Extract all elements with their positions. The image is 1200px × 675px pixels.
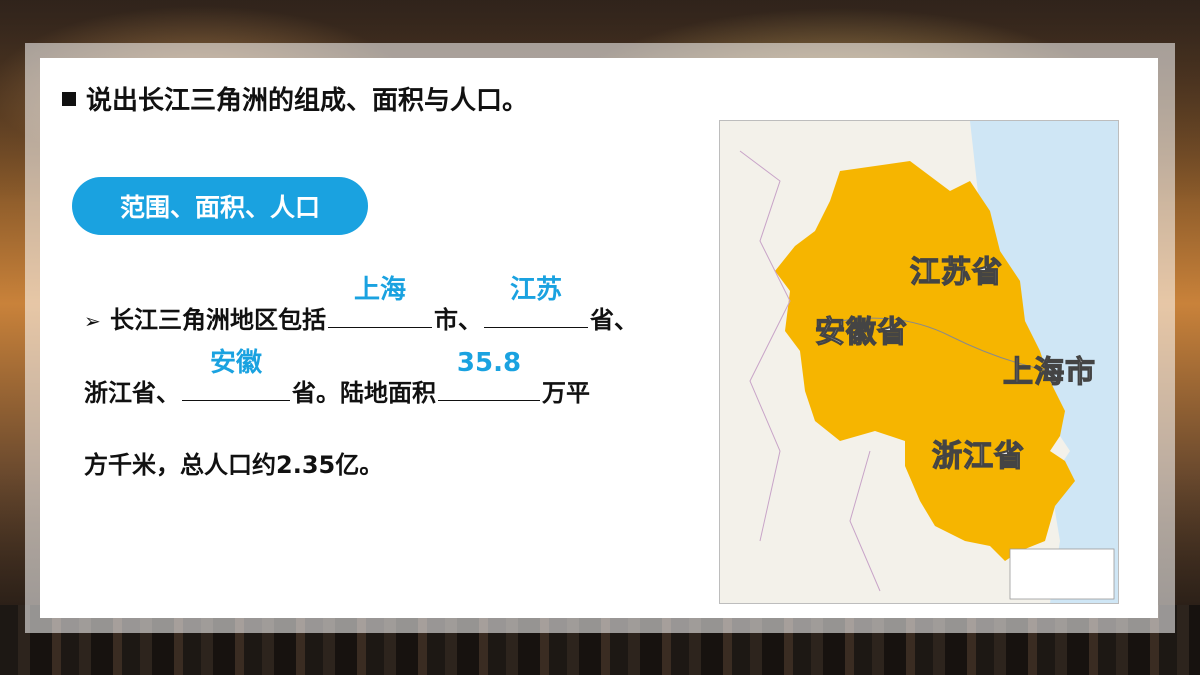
answer-2: 江苏 — [509, 275, 562, 305]
text-part6: 万平 — [542, 379, 590, 407]
slide-title: 说出长江三角洲的组成、面积与人口。 — [62, 80, 528, 117]
square-bullet-icon — [62, 91, 76, 106]
answer-blank-3: 安徽 — [182, 348, 290, 401]
map-label-anhui: 安徽省 — [814, 314, 908, 350]
question-paragraph: ➢ 长江三角洲地区包括 上海 市、 江苏 省、 浙江省、 安徽省。陆地面积 35.8 万平 方千… — [84, 275, 704, 501]
section-pill-label: 范围、面积、人口 — [119, 193, 320, 222]
map-label-zhejiang: 浙江省 — [931, 438, 1025, 474]
answer-3: 安徽 — [209, 348, 262, 378]
answer-blank-4: 35.8 — [438, 348, 540, 401]
arrow-bullet-icon: ➢ — [84, 309, 101, 333]
answer-4: 35.8 — [456, 348, 522, 378]
text-part2: 市、 — [434, 306, 482, 334]
text-part1: 长江三角洲地区包括 — [110, 306, 326, 334]
map-label-jiangsu: 江苏省 — [909, 254, 1003, 290]
text-part7: 方千米，总人口约2.35亿。 — [84, 451, 384, 479]
text-part3: 省、 — [590, 306, 638, 334]
answer-blank-2: 江苏 — [484, 275, 588, 328]
answer-blank-1: 上海 — [328, 275, 432, 328]
answer-1: 上海 — [353, 275, 406, 305]
slide-title-text: 说出长江三角洲的组成、面积与人口。 — [86, 86, 529, 116]
section-pill: 范围、面积、人口 — [72, 177, 368, 235]
yangtze-delta-map: 江苏省 安徽省 上海市 浙江省 — [719, 120, 1119, 604]
text-part4: 浙江省、 — [84, 379, 180, 407]
map-label-shanghai: 上海市 — [1002, 354, 1096, 390]
text-part5: 省。陆地面积 — [292, 379, 436, 407]
map-legend-box — [1009, 548, 1115, 600]
